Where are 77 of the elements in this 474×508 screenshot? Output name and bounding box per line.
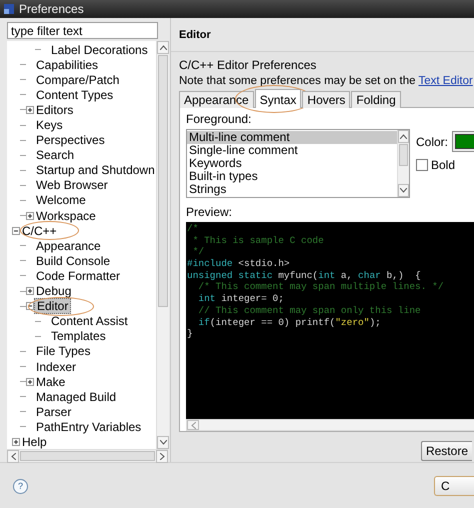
tree-item[interactable]: Debug — [34, 284, 74, 298]
element-list[interactable]: Multi-line comment Single-line comment Keywords Built-in types Strings — [186, 129, 410, 198]
tree-item[interactable]: Indexer — [34, 360, 78, 374]
tree-item[interactable]: Managed Build — [34, 390, 118, 404]
code-line: // This comment may span only this line — [197, 304, 422, 316]
tree-item[interactable]: Parser — [34, 404, 74, 419]
list-item[interactable]: Strings — [187, 183, 397, 196]
app-icon — [3, 3, 15, 15]
scrollbar-thumb[interactable] — [399, 144, 408, 166]
expand-icon[interactable] — [26, 212, 34, 220]
tree-item[interactable]: Content Types — [34, 88, 116, 102]
expand-icon[interactable] — [26, 287, 34, 296]
bold-checkbox[interactable] — [416, 159, 428, 171]
tree-item[interactable]: Workspace — [34, 208, 98, 223]
tree-item[interactable]: Search — [34, 148, 76, 162]
bold-label: Bold — [431, 158, 456, 172]
scrollbar-thumb[interactable] — [158, 55, 168, 307]
help-icon[interactable]: ? — [13, 478, 28, 494]
expand-icon[interactable] — [26, 378, 34, 386]
tree-item[interactable]: Help — [20, 434, 49, 449]
code-line: if(integer == 0) printf("zero"); — [197, 316, 382, 328]
page-title: C/C++ Editor Preferences — [179, 58, 318, 72]
text-editor-link[interactable]: Text Editor — [418, 75, 473, 87]
tab[interactable]: Hovers — [302, 91, 350, 108]
tab[interactable]: Folding — [351, 91, 401, 108]
list-item[interactable]: Single-line comment — [187, 144, 397, 157]
highlight-ellipse — [20, 221, 79, 240]
tree-item[interactable]: File Types — [34, 344, 92, 358]
tree-item[interactable]: Welcome — [34, 193, 88, 208]
collapse-icon[interactable] — [12, 226, 20, 235]
code-line: int integer= 0; — [197, 293, 285, 305]
tree-item[interactable]: PathEntry Variables — [34, 420, 144, 434]
filter-field[interactable]: type filter text — [7, 22, 158, 39]
tree-item[interactable]: Editor — [34, 298, 72, 314]
list-item[interactable]: Keywords — [187, 157, 397, 170]
foreground-label: Foreground: — [186, 112, 252, 126]
highlight-ellipse — [28, 296, 94, 316]
code-line: #include <stdio.h> — [186, 258, 291, 270]
note-text: Note that some preferences may be set on the Text Editor — [179, 75, 474, 87]
list-item[interactable]: Built-in types — [187, 170, 397, 183]
tree-item[interactable]: Web Browser — [34, 178, 110, 192]
code-line: */ — [192, 246, 206, 258]
code-line: * This is sample C code — [192, 234, 325, 246]
tree-item[interactable]: Make — [34, 374, 68, 389]
vertical-scrollbar[interactable] — [156, 41, 169, 449]
tree-item[interactable]: Editors — [34, 102, 76, 117]
tree-item[interactable]: Content Assist — [49, 314, 130, 328]
dialog-button[interactable]: C — [434, 476, 474, 496]
restore-button[interactable]: Restore — [420, 441, 472, 461]
tab[interactable]: Syntax — [254, 89, 302, 108]
expand-icon[interactable] — [12, 438, 20, 446]
tree-item[interactable]: Templates — [49, 329, 108, 344]
vertical-scrollbar[interactable] — [397, 130, 409, 197]
tree-item[interactable]: Compare/Patch — [34, 72, 122, 87]
code-line: /* — [186, 223, 200, 235]
expand-icon[interactable] — [26, 106, 34, 114]
code-line: /* This comment may span multiple lines. */ — [197, 281, 445, 294]
tree-item[interactable]: Keys — [34, 118, 65, 132]
code-line: } — [186, 328, 194, 340]
tree-item[interactable]: C/C++ — [20, 224, 59, 238]
code-line: unsigned static myfunc(int a, char b,) { — [186, 270, 422, 282]
tree-item[interactable]: Code Formatter — [34, 268, 122, 283]
list-item[interactable]: Multi-line comment — [187, 131, 397, 144]
color-label: Color: — [416, 134, 448, 148]
tree-item[interactable]: Startup and Shutdown — [34, 163, 156, 178]
tree-item[interactable]: Label Decorations — [49, 42, 150, 57]
tree-item[interactable]: Perspectives — [34, 133, 107, 148]
page-header: Editor — [179, 28, 211, 40]
scrollbar-thumb[interactable] — [20, 451, 155, 461]
tree-item[interactable]: Build Console — [34, 254, 112, 268]
horizontal-scrollbar[interactable] — [7, 449, 168, 462]
tree-item[interactable]: Capabilities — [34, 58, 100, 72]
horizontal-scrollbar[interactable] — [186, 419, 474, 431]
collapse-icon[interactable] — [26, 302, 34, 310]
tree-item[interactable]: Appearance — [34, 238, 103, 253]
window-title: Preferences — [19, 2, 84, 16]
preview-label: Preview: — [186, 205, 234, 219]
